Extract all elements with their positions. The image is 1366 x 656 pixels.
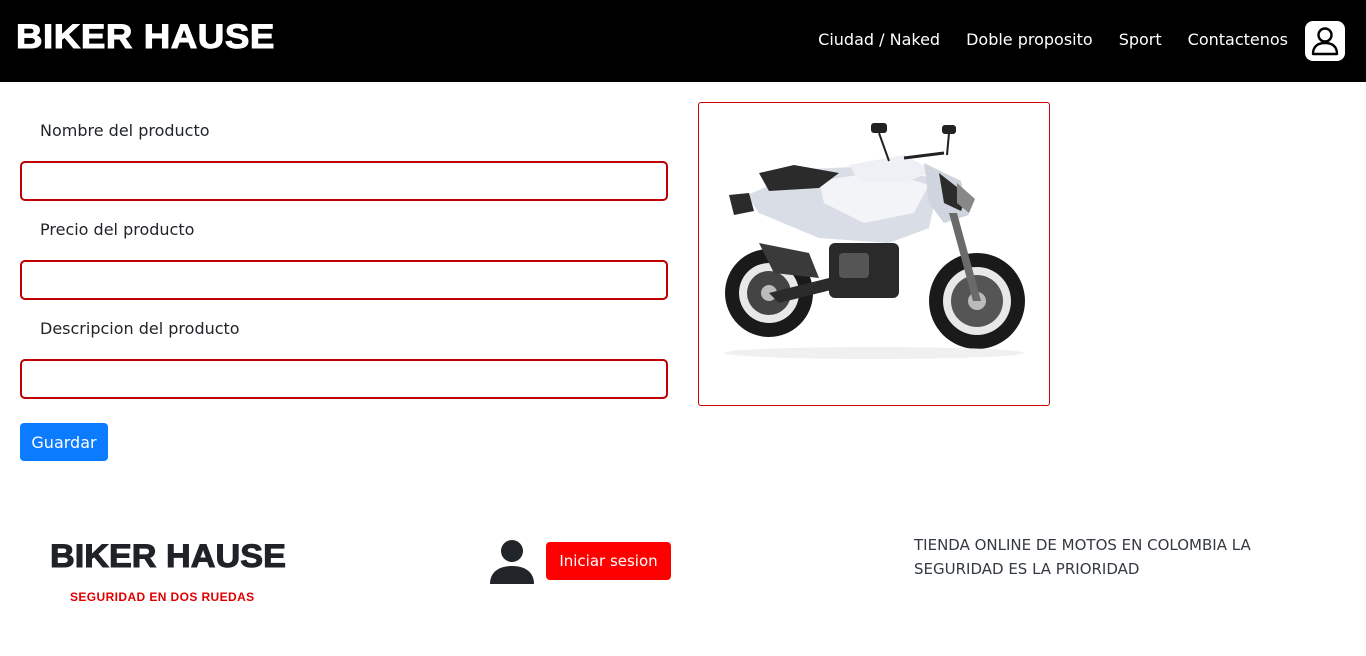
footer-description: TIENDA ONLINE DE MOTOS EN COLOMBIA LA SE…	[914, 536, 1251, 578]
save-button[interactable]: Guardar	[20, 423, 108, 461]
login-button[interactable]: Iniciar sesion	[546, 542, 671, 580]
product-price-label: Precio del producto	[40, 220, 195, 239]
user-icon	[490, 540, 534, 584]
user-icon	[1311, 27, 1339, 56]
nav-link-ciudad-naked[interactable]: Ciudad / Naked	[818, 30, 940, 49]
brand-logo[interactable]: BIKER HAUSE	[15, 18, 274, 57]
footer-user-icon-wrap	[488, 538, 536, 590]
product-name-label: Nombre del producto	[40, 121, 210, 140]
product-description-label: Descripcion del producto	[40, 319, 240, 338]
nav-link-sport[interactable]: Sport	[1119, 30, 1162, 49]
product-price-input[interactable]	[20, 260, 668, 300]
product-description-input[interactable]	[20, 359, 668, 399]
navbar: BIKER HAUSE Ciudad / Naked Doble proposi…	[0, 0, 1366, 82]
footer-brand-logo: BIKER HAUSE	[49, 538, 286, 575]
nav-link-doble-proposito[interactable]: Doble proposito	[966, 30, 1093, 49]
product-name-input[interactable]	[20, 161, 668, 201]
product-image	[698, 102, 1050, 406]
footer-tagline: SEGURIDAD EN DOS RUEDAS	[70, 590, 255, 604]
account-button[interactable]	[1305, 21, 1345, 61]
motorcycle-image	[724, 123, 1025, 359]
nav-link-contactenos[interactable]: Contactenos	[1188, 30, 1288, 49]
nav-links: Ciudad / Naked Doble proposito Sport Con…	[818, 30, 1288, 49]
